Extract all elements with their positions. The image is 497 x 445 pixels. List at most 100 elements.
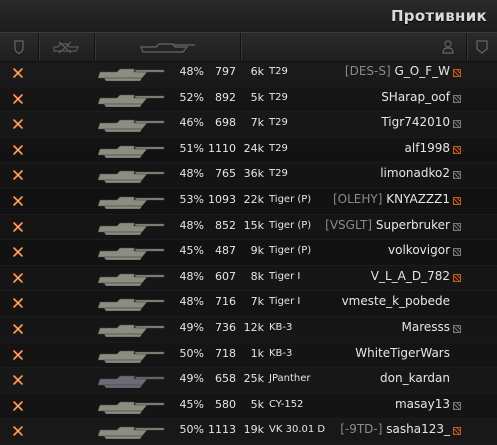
clan-tag: [-9TD-]: [340, 422, 383, 437]
player-row[interactable]: 45% 580 5k CY-152 masay13: [0, 394, 497, 420]
player-row[interactable]: 45% 487 9k Tiger (P) volkovigor: [0, 240, 497, 266]
win-rate: 46%: [179, 116, 204, 130]
destroyed-mark-icon: [12, 349, 24, 360]
win-rate: 49%: [179, 372, 204, 386]
player-name-wrap: SHarap_oof: [381, 90, 450, 104]
vehicle-name: Tiger I: [269, 296, 301, 308]
destroyed-tank-icon: [53, 41, 79, 54]
battle-count: 892: [215, 90, 236, 104]
clan-tag: [VSGLT]: [325, 217, 373, 232]
report-icon[interactable]: [453, 120, 461, 129]
player-row[interactable]: 50% 718 1k KB-3 WhiteTigerWars: [0, 343, 497, 369]
destroyed-mark-icon: [12, 400, 24, 411]
player-name[interactable]: SHarap_oof: [381, 90, 450, 104]
experience: 1k: [250, 346, 264, 360]
player-row[interactable]: 49% 736 12k KB-3 Maresss: [0, 317, 497, 343]
player-name[interactable]: Tigr742010: [381, 115, 450, 129]
destroyed-mark-icon: [12, 375, 24, 386]
report-icon[interactable]: [453, 324, 461, 333]
battle-count: 487: [215, 244, 236, 258]
player-row[interactable]: 48% 852 15k Tiger (P) [VSGLT] Superbruke…: [0, 215, 497, 241]
player-name[interactable]: KNYAZZZ1: [386, 192, 450, 206]
battle-count: 718: [215, 346, 236, 360]
win-rate: 52%: [179, 90, 204, 104]
player-name[interactable]: WhiteTigerWars: [355, 346, 450, 360]
column-vehicle[interactable]: [94, 33, 241, 61]
report-icon[interactable]: [453, 401, 461, 410]
player-name-wrap: [OLEHY] KNYAZZZ1: [333, 192, 450, 206]
player-row[interactable]: 51% 1110 24k T29 alf1998: [0, 138, 497, 164]
player-row[interactable]: 48% 607 8k Tiger I V_L_A_D_782: [0, 266, 497, 292]
player-name[interactable]: Superbruker: [376, 218, 450, 232]
column-status[interactable]: [0, 33, 39, 61]
panel-header: Противник: [0, 0, 497, 32]
player-row[interactable]: 52% 892 5k T29 SHarap_oof: [0, 87, 497, 113]
report-icon[interactable]: [453, 222, 461, 231]
vehicle-silhouette-icon: [97, 401, 165, 414]
destroyed-mark-icon: [12, 323, 24, 335]
experience: 5k: [250, 90, 264, 104]
battle-count: 852: [215, 218, 236, 232]
player-row[interactable]: 53% 1093 22k Tiger (P) [OLEHY] KNYAZZZ1: [0, 189, 497, 215]
win-rate: 50%: [179, 346, 204, 360]
column-dead[interactable]: [38, 33, 95, 61]
report-icon[interactable]: [453, 171, 461, 180]
player-name[interactable]: sasha123_: [386, 422, 450, 436]
report-icon[interactable]: [453, 427, 461, 436]
destroyed-mark-icon: [12, 170, 24, 181]
player-name[interactable]: masay13: [395, 397, 450, 411]
player-row[interactable]: 48% 797 6k T29 [DES-S] G_O_F_W: [0, 61, 497, 87]
player-row[interactable]: 46% 698 7k T29 Tigr742010: [0, 112, 497, 138]
report-icon[interactable]: [453, 196, 461, 205]
experience: 24k: [243, 141, 264, 155]
win-rate: 48%: [179, 295, 204, 309]
report-icon[interactable]: [453, 94, 461, 103]
vehicle-silhouette-icon: [97, 68, 165, 81]
report-icon[interactable]: [453, 69, 461, 77]
player-name[interactable]: limonadko2: [380, 166, 450, 180]
battle-count: 716: [215, 295, 236, 309]
player-row[interactable]: 48% 765 36k T29 limonadko2: [0, 163, 497, 189]
report-icon[interactable]: [453, 273, 461, 282]
win-rate: 48%: [179, 218, 204, 232]
badge-icon: [475, 40, 488, 54]
player-row[interactable]: 49% 658 25k JPanther don_kardan: [0, 368, 497, 394]
vehicle-silhouette-icon: [97, 94, 165, 107]
vehicle-silhouette-icon: [97, 247, 165, 261]
report-icon[interactable]: [453, 145, 461, 154]
vehicle-name: Tiger (P): [269, 245, 312, 257]
vehicle-name: JPanther: [269, 373, 311, 385]
destroyed-mark-icon: [12, 298, 24, 309]
player-row[interactable]: 48% 716 7k Tiger I vmeste_k_pobede: [0, 291, 497, 317]
vehicle-silhouette-icon: [97, 119, 165, 133]
report-icon[interactable]: [453, 248, 461, 257]
destroyed-mark-icon: [12, 144, 24, 155]
player-name-wrap: V_L_A_D_782: [371, 269, 450, 283]
vehicle-name: CY-152: [269, 398, 304, 410]
player-row[interactable]: 50% 1113 19k VK 30.01 D [-9TD-] sasha123…: [0, 419, 497, 445]
battle-count: 580: [215, 397, 236, 411]
destroyed-mark-icon: [12, 272, 24, 283]
player-name[interactable]: alf1998: [405, 141, 450, 155]
win-rate: 51%: [179, 141, 204, 155]
battle-count: 607: [215, 269, 236, 283]
experience: 19k: [243, 423, 264, 437]
player-name[interactable]: don_kardan: [380, 371, 450, 385]
player-name-wrap: [VSGLT] Superbruker: [325, 218, 450, 232]
player-name[interactable]: V_L_A_D_782: [371, 269, 450, 283]
vehicle-name: T29: [269, 168, 288, 180]
clan-tag: [DES-S]: [344, 64, 391, 78]
player-name[interactable]: vmeste_k_pobede: [342, 294, 450, 308]
experience: 22k: [243, 192, 264, 206]
player-name[interactable]: volkovigor: [388, 243, 450, 257]
experience: 8k: [250, 269, 264, 283]
vehicle-name: KB-3: [269, 321, 293, 333]
enemy-team-panel: Противник 48% 797 6k T29 [DES-S] G_O_F_W…: [0, 0, 497, 445]
player-name-wrap: masay13: [395, 397, 450, 411]
column-platoon[interactable]: [466, 33, 497, 61]
win-rate: 49%: [179, 320, 204, 334]
player-name[interactable]: G_O_F_W: [394, 64, 450, 78]
column-player-icon[interactable]: [430, 33, 466, 61]
vehicle-name: Tiger (P): [269, 219, 312, 231]
player-name[interactable]: Maresss: [401, 320, 450, 334]
